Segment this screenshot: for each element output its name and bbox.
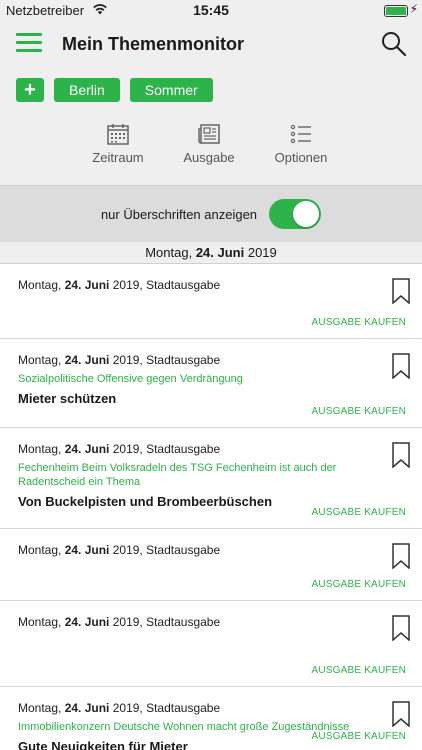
bookmark-icon[interactable]: [392, 353, 410, 379]
topic-chips: + Berlin Sommer: [0, 66, 422, 108]
ausgabe-button[interactable]: Ausgabe: [174, 122, 244, 165]
charging-icon: ⚡: [409, 2, 418, 16]
list-icon: [290, 124, 311, 144]
bookmark-icon[interactable]: [392, 615, 410, 641]
list-item[interactable]: Montag, 24. Juni 2019, Stadtausgabe AUSG…: [0, 264, 422, 339]
buy-issue-link[interactable]: AUSGABE KAUFEN: [312, 665, 407, 676]
article-meta: Montag, 24. Juni 2019, Stadtausgabe: [18, 615, 221, 629]
topic-chip-berlin[interactable]: Berlin: [54, 78, 120, 102]
article-meta: Montag, 24. Juni 2019, Stadtausgabe: [18, 543, 221, 557]
article-headline: Gute Neuigkeiten für Mieter: [18, 739, 188, 750]
buy-issue-link[interactable]: AUSGABE KAUFEN: [312, 406, 407, 417]
search-icon[interactable]: [380, 30, 408, 58]
article-headline: Von Buckelpisten und Brombeerbüschen: [18, 494, 273, 509]
article-meta: Montag, 24. Juni 2019, Stadtausgabe: [18, 442, 221, 456]
filter-toolbar: Zeitraum Ausgabe Optionen: [0, 108, 422, 185]
toggle-label: nur Überschriften anzeigen: [100, 206, 258, 222]
article-meta: Montag, 24. Juni 2019, Stadtausgabe: [18, 353, 221, 367]
buy-issue-link[interactable]: AUSGABE KAUFEN: [312, 731, 407, 742]
menu-icon[interactable]: [16, 33, 42, 53]
article-meta: Montag, 24. Juni 2019, Stadtausgabe: [18, 701, 221, 715]
bookmark-icon[interactable]: [392, 701, 410, 727]
list-item[interactable]: Montag, 24. Juni 2019, Stadtausgabe Fech…: [0, 428, 422, 529]
list-item[interactable]: Montag, 24. Juni 2019, Stadtausgabe AUSG…: [0, 601, 422, 687]
optionen-label: Optionen: [274, 150, 328, 165]
article-meta: Montag, 24. Juni 2019, Stadtausgabe: [18, 278, 221, 292]
article-headline: Mieter schützen: [18, 391, 117, 406]
ausgabe-label: Ausgabe: [183, 150, 235, 165]
calendar-icon: [107, 124, 129, 145]
zeitraum-button[interactable]: Zeitraum: [83, 122, 153, 165]
article-kicker: Immobilienkonzern Deutsche Wohnen macht …: [18, 721, 350, 733]
article-kicker: Fechenheim Beim Volksradeln des TSG Fech…: [18, 462, 337, 488]
page-title: Mein Themenmonitor: [62, 34, 245, 54]
clock: 15:45: [193, 2, 229, 18]
battery-icon: [384, 5, 408, 17]
headlines-only-switch[interactable]: [269, 199, 322, 229]
nav-bar: Mein Themenmonitor: [0, 22, 422, 66]
status-bar: Netzbetreiber 15:45 ⚡: [0, 0, 422, 22]
article-kicker: Sozialpolitische Offensive gegen Verdrän…: [18, 373, 243, 385]
zeitraum-label: Zeitraum: [92, 150, 144, 165]
bookmark-icon[interactable]: [392, 278, 410, 304]
newspaper-icon: [198, 124, 220, 144]
article-list: Montag, 24. Juni 2019, Stadtausgabe AUSG…: [0, 264, 422, 750]
buy-issue-link[interactable]: AUSGABE KAUFEN: [312, 507, 407, 518]
topic-chip-sommer[interactable]: Sommer: [129, 78, 213, 102]
bookmark-icon[interactable]: [392, 442, 410, 468]
list-item[interactable]: Montag, 24. Juni 2019, Stadtausgabe AUSG…: [0, 529, 422, 601]
buy-issue-link[interactable]: AUSGABE KAUFEN: [312, 317, 407, 328]
buy-issue-link[interactable]: AUSGABE KAUFEN: [312, 579, 407, 590]
headline-toggle-bar: nur Überschriften anzeigen: [0, 185, 422, 242]
date-section-header: Montag, 24. Juni 2019: [0, 242, 422, 264]
list-item[interactable]: Montag, 24. Juni 2019, Stadtausgabe Immo…: [0, 687, 422, 750]
bookmark-icon[interactable]: [392, 543, 410, 569]
add-topic-button[interactable]: +: [16, 78, 44, 102]
list-item[interactable]: Montag, 24. Juni 2019, Stadtausgabe Sozi…: [0, 339, 422, 428]
optionen-button[interactable]: Optionen: [266, 122, 336, 165]
